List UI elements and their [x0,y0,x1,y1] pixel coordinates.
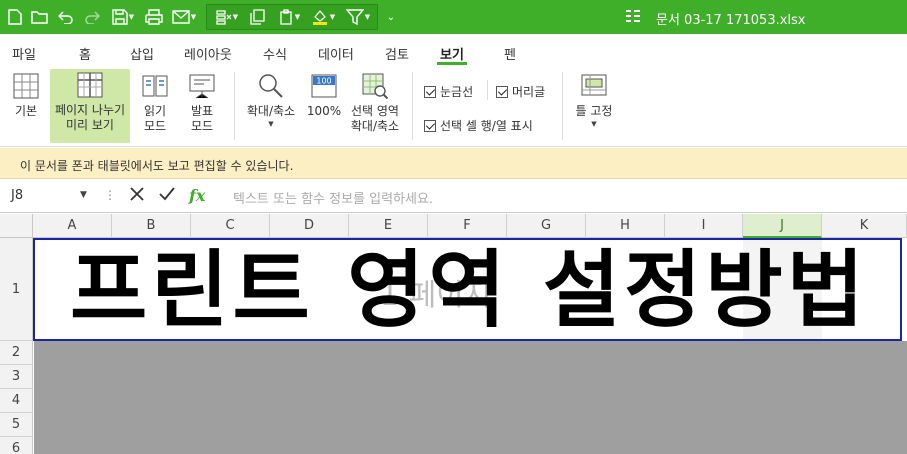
insert-function-button[interactable]: fx [189,186,205,205]
page-break-preview-button[interactable]: 페이지 나누기 미리 보기 [50,69,130,143]
formula-bar: J8 ▼ ⋮ fx 텍스트 또는 함수 정보를 입력하세요. [0,180,907,213]
gridlines-checkbox[interactable]: 눈금선 [424,83,473,100]
column-header-selected[interactable]: J [743,214,822,238]
column-header[interactable]: A [33,214,112,238]
tab-insert[interactable]: 삽입 [130,44,154,63]
column-header[interactable]: F [428,214,507,238]
zoom-100-icon: 100 [308,70,340,102]
ribbon-separator [562,72,563,140]
tab-home[interactable]: 홈 [79,44,91,63]
name-box[interactable]: J8 [11,188,23,203]
row-header[interactable]: 2 [0,341,33,365]
magnifier-icon [255,70,287,102]
row-header[interactable]: 1 [0,238,33,341]
copy-format-icon[interactable] [248,6,268,28]
column-header[interactable]: G [507,214,586,238]
tab-pen[interactable]: 펜 [504,44,516,63]
column-headers: A B C D E F G H I J K [0,214,907,238]
column-header[interactable]: D [270,214,349,238]
freeze-panes-button[interactable]: 틀 고정 ▼ [570,70,618,129]
row-header[interactable]: 6 [0,437,33,454]
tab-formulas[interactable]: 수식 [263,44,287,63]
highlight-row-col-checkbox[interactable]: 선택 셀 행/열 표시 [424,117,533,134]
tab-layout[interactable]: 레이아웃 [184,44,232,63]
grid-icon [10,70,42,102]
column-header[interactable]: H [586,214,665,238]
active-tab-indicator [437,62,467,65]
document-icon [626,10,640,25]
paste-icon[interactable]: ▼ [274,6,304,28]
zoom-100-icon-text: 100 [316,77,331,86]
column-header[interactable]: B [112,214,191,238]
new-document-icon[interactable] [6,6,24,28]
zoom-100-button[interactable]: 100 100% [304,70,344,119]
save-icon[interactable]: ▼ [108,6,138,28]
row-header[interactable]: 5 [0,413,33,437]
page-break-icon [74,69,106,101]
mail-icon[interactable]: ▼ [168,6,200,28]
book-icon [139,70,171,102]
tab-file[interactable]: 파일 [12,44,36,63]
fill-color-icon[interactable]: ▼ [308,6,338,28]
zoom-to-selection-button[interactable]: 선택 영역 확대/축소 [346,70,404,134]
cell-format-icon[interactable]: ▼ [212,6,242,28]
ribbon-separator [412,72,413,140]
ribbon-view: 기본 페이지 나누기 미리 보기 읽기 모드 발표 모드 확대/축소 ▼ 100 [0,66,907,147]
document-title: 문서 03-17 171053.xlsx [656,13,806,28]
headings-checkbox[interactable]: 머리글 [496,83,545,100]
select-all-corner[interactable] [0,214,33,238]
chevron-down-icon[interactable]: ▼ [80,190,87,200]
presentation-mode-button[interactable]: 발표 모드 [182,70,222,134]
notification-message: 이 문서를 폰과 태블릿에서도 보고 편집할 수 있습니다. [20,159,294,173]
drag-handle-icon[interactable]: ⋮ [104,188,116,202]
cell-a1-content[interactable]: 프린트 영역 설정방법 [36,244,902,336]
freeze-panes-icon [578,70,610,102]
checkbox-checked-icon [424,85,436,98]
column-header[interactable]: C [191,214,270,238]
confirm-icon[interactable] [158,185,176,206]
tab-view[interactable]: 보기 [440,44,464,63]
checkbox-checked-icon [424,119,436,132]
tab-data[interactable]: 데이터 [318,44,354,63]
ribbon-separator [234,72,235,140]
row-header[interactable]: 3 [0,365,33,389]
undo-icon[interactable] [56,6,76,28]
ribbon-separator [487,80,488,100]
filter-icon[interactable]: ▼ [342,6,374,28]
reading-mode-button[interactable]: 읽기 모드 [135,70,175,134]
formula-input[interactable]: 텍스트 또는 함수 정보를 입력하세요. [233,188,433,207]
title-bar: ▼ ▼ ▼ ▼ ▼ ▼ ⌄ 문서 03-17 171053.xlsx [0,0,907,34]
column-header[interactable]: E [349,214,428,238]
open-folder-icon[interactable] [30,6,50,28]
outside-print-area[interactable] [34,341,907,454]
checkbox-checked-icon [496,85,508,98]
normal-view-button[interactable]: 기본 [6,70,46,119]
column-header[interactable]: K [822,214,907,238]
zoom-selection-icon [359,70,391,102]
chevron-down-icon: ▼ [268,120,274,128]
tab-review[interactable]: 검토 [385,44,409,63]
notification-bar: 이 문서를 폰과 태블릿에서도 보고 편집할 수 있습니다. [0,148,907,179]
presentation-icon [186,70,218,102]
print-icon[interactable] [143,6,165,28]
chevron-down-icon: ▼ [591,120,597,128]
cancel-icon[interactable] [128,185,146,206]
redo-icon[interactable] [82,6,102,28]
column-header[interactable]: I [665,214,743,238]
zoom-button[interactable]: 확대/축소 ▼ [242,70,300,129]
row-header[interactable]: 4 [0,389,33,413]
more-icon[interactable]: ⌄ [384,6,398,28]
